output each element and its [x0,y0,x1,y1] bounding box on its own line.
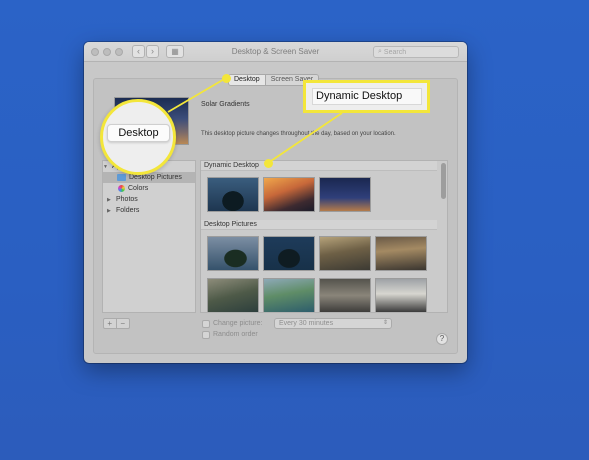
callout-line-dynamic-desktop [267,112,343,164]
desktop-tab-callout: Desktop [100,99,176,175]
callout-line-desktop [167,77,227,113]
callout-lines [167,77,343,164]
callout-dynamic-desktop-label: Dynamic Desktop [312,88,422,105]
dynamic-desktop-marker [264,159,273,168]
dynamic-desktop-callout: Dynamic Desktop [303,80,430,113]
desktop-tab-marker [222,74,231,83]
callout-desktop-label: Desktop [107,124,170,142]
